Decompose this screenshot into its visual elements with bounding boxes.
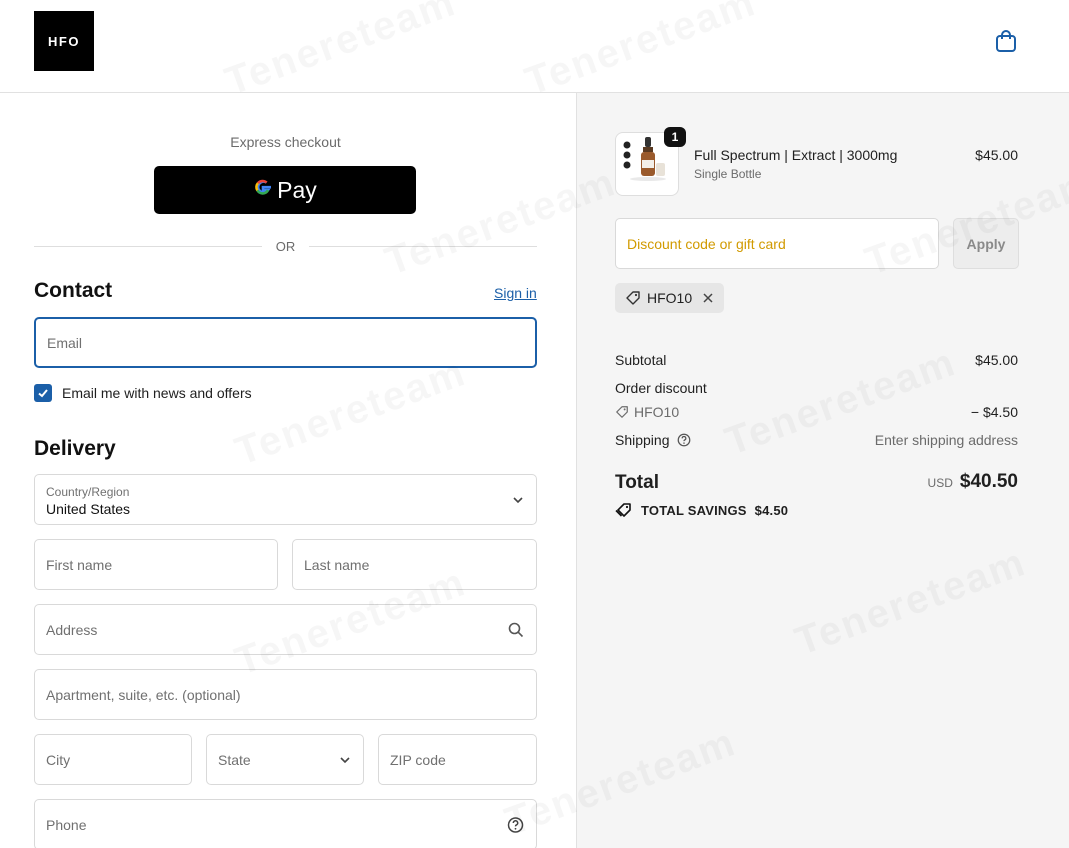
discount-code-input[interactable]: Discount code or gift card — [615, 218, 939, 269]
email-field[interactable]: Email — [34, 317, 537, 368]
address-placeholder: Address — [46, 621, 98, 638]
discount-value: − $4.50 — [970, 404, 1018, 420]
chevron-down-icon — [512, 494, 524, 506]
applied-code-label: HFO10 — [647, 290, 693, 306]
order-summary: 1 Full Spectrum | Extract | 3000mg Singl… — [576, 93, 1069, 848]
savings-value: $4.50 — [754, 502, 789, 518]
product-name: Full Spectrum | Extract | 3000mg — [694, 147, 898, 163]
sign-in-link[interactable]: Sign in — [494, 285, 537, 301]
apply-discount-button[interactable]: Apply — [953, 218, 1019, 269]
email-placeholder: Email — [47, 334, 83, 351]
discount-placeholder: Discount code or gift card — [627, 235, 786, 252]
shopping-bag-icon[interactable] — [993, 28, 1019, 54]
zip-field[interactable]: ZIP code — [378, 734, 537, 785]
currency-label: USD — [927, 476, 953, 490]
country-value: United States — [46, 501, 131, 517]
zip-placeholder: ZIP code — [390, 751, 446, 768]
total-savings-row: TOTAL SAVINGS $4.50 — [615, 502, 788, 518]
newsletter-label: Email me with news and offers — [62, 385, 252, 401]
store-logo[interactable]: HFO — [34, 11, 94, 71]
discount-code-row: HFO10 — [615, 404, 679, 420]
country-label: Country/Region — [46, 485, 130, 499]
total-label: Total — [615, 472, 659, 493]
or-label: OR — [275, 238, 296, 254]
shipping-row: Shipping — [615, 432, 691, 448]
tag-icon — [615, 405, 629, 419]
remove-discount-icon[interactable] — [702, 292, 714, 304]
delivery-title: Delivery — [34, 437, 116, 460]
quantity-badge: 1 — [664, 127, 686, 147]
state-select[interactable]: State — [206, 734, 364, 785]
search-icon[interactable] — [508, 622, 524, 638]
newsletter-checkbox-row[interactable]: Email me with news and offers — [34, 384, 252, 402]
product-variant: Single Bottle — [694, 167, 762, 181]
help-circle-icon[interactable] — [507, 816, 524, 833]
chevron-down-icon — [339, 754, 351, 766]
apartment-placeholder: Apartment, suite, etc. (optional) — [46, 686, 241, 703]
product-price: $45.00 — [975, 147, 1018, 163]
total-value: $40.50 — [959, 471, 1018, 492]
tag-icon — [625, 290, 641, 306]
first-name-field[interactable]: First name — [34, 539, 278, 590]
phone-field[interactable]: Phone — [34, 799, 537, 848]
country-select[interactable]: Country/Region United States — [34, 474, 537, 525]
city-field[interactable]: City — [34, 734, 192, 785]
total-value-group: USD $40.50 — [928, 471, 1018, 493]
site-header: HFO — [0, 0, 1069, 93]
checkout-form: Express checkout Pay OR Contact Sign in … — [0, 93, 576, 848]
or-divider: OR — [34, 237, 537, 255]
checkmark-icon — [38, 389, 48, 398]
shipping-value: Enter shipping address — [874, 432, 1018, 448]
subtotal-label: Subtotal — [615, 352, 667, 368]
apartment-field[interactable]: Apartment, suite, etc. (optional) — [34, 669, 537, 720]
phone-placeholder: Phone — [46, 816, 87, 833]
google-pay-button[interactable]: Pay — [154, 166, 416, 214]
last-name-field[interactable]: Last name — [292, 539, 537, 590]
city-placeholder: City — [46, 751, 71, 768]
discount-code-label: HFO10 — [634, 404, 680, 420]
contact-title: Contact — [34, 279, 113, 302]
order-discount-label: Order discount — [615, 380, 707, 396]
help-circle-icon[interactable] — [677, 433, 691, 447]
google-g-icon — [253, 176, 273, 204]
applied-discount-chip: HFO10 — [615, 283, 725, 313]
express-checkout-label: Express checkout — [230, 134, 341, 150]
address-field[interactable]: Address — [34, 604, 537, 655]
tags-icon — [615, 502, 633, 518]
shipping-label: Shipping — [615, 432, 670, 448]
subtotal-value: $45.00 — [975, 352, 1018, 368]
last-name-placeholder: Last name — [304, 556, 370, 573]
first-name-placeholder: First name — [46, 556, 113, 573]
state-placeholder: State — [218, 751, 251, 768]
newsletter-checkbox[interactable] — [34, 384, 52, 402]
savings-label: TOTAL SAVINGS — [641, 502, 747, 518]
google-pay-label: Pay — [277, 176, 317, 203]
